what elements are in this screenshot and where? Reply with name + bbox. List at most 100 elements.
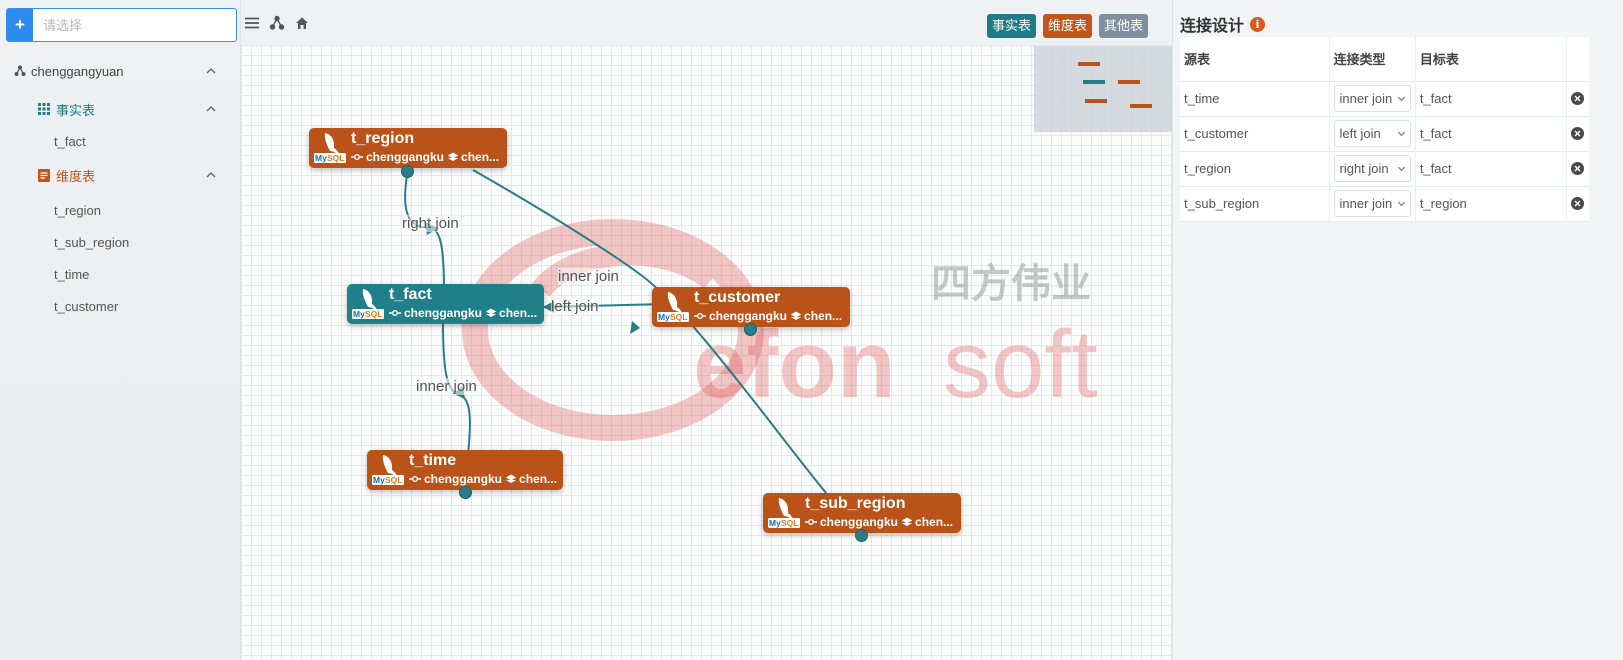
join-type-value: left join xyxy=(1339,126,1381,141)
tree-item-t-fact[interactable]: t_fact xyxy=(0,127,241,155)
layout-icon[interactable] xyxy=(269,15,285,31)
col-header-source: 源表 xyxy=(1180,37,1330,82)
node-name: t_fact xyxy=(389,286,432,303)
close-icon xyxy=(1574,130,1581,137)
tree-item-t-time[interactable]: t_time xyxy=(0,260,241,288)
node-meta: chenggangku chen... xyxy=(805,515,953,529)
minimap-node xyxy=(1118,80,1140,84)
tree-group-fact[interactable]: 事实表 xyxy=(0,95,241,123)
layers-icon xyxy=(902,517,913,526)
edge-label-inner-join[interactable]: inner join xyxy=(558,268,619,285)
node-name: t_time xyxy=(409,452,457,469)
join-design-panel: 连接设计 i 源表 连接类型 目标表 t_time inner join t_f xyxy=(1172,0,1623,660)
tree-item-t-sub-region[interactable]: t_sub_region xyxy=(0,228,241,256)
tree-item-t-region[interactable]: t_region xyxy=(0,196,241,224)
cell-delete xyxy=(1566,81,1589,117)
join-table: 源表 连接类型 目标表 t_time inner join t_fact t_c… xyxy=(1180,37,1589,222)
tree-root-connection[interactable]: chenggangyuan xyxy=(0,57,241,85)
grid-icon xyxy=(38,103,50,115)
col-header-target: 目标表 xyxy=(1415,37,1567,82)
commit-icon xyxy=(351,154,363,160)
minimap-node xyxy=(1130,104,1152,108)
tree-root-label: chenggangyuan xyxy=(31,63,124,79)
table-search: + xyxy=(6,8,237,42)
remove-join-button[interactable] xyxy=(1571,127,1585,140)
minimap[interactable] xyxy=(1034,46,1172,132)
minimap-node xyxy=(1085,99,1107,103)
mysql-icon: My SQL xyxy=(352,289,384,319)
info-icon[interactable]: i xyxy=(1250,16,1266,32)
chevron-up-icon[interactable] xyxy=(205,103,217,115)
node-db: chenggangku xyxy=(424,472,503,486)
remove-join-button[interactable] xyxy=(1571,197,1585,210)
layers-icon xyxy=(506,474,517,483)
node-schema: chen... xyxy=(915,515,954,529)
add-button[interactable]: + xyxy=(7,9,33,41)
dimension-group-label: 维度表 xyxy=(56,168,96,184)
join-type-select[interactable]: left join xyxy=(1333,120,1411,147)
svg-text:My: My xyxy=(353,309,365,319)
node-meta: chenggangku chen... xyxy=(694,309,842,323)
cell-target: t_region xyxy=(1415,186,1567,222)
menu-icon[interactable] xyxy=(244,15,260,31)
node-db: chenggangku xyxy=(366,150,445,164)
cell-source: t_time xyxy=(1180,81,1330,117)
legend-fact-button[interactable]: 事实表 xyxy=(987,14,1037,38)
edge-label-left-join[interactable]: left join xyxy=(551,298,599,315)
node-t-time[interactable]: My SQL t_time chenggangku chen... xyxy=(367,450,563,490)
tree-item-label: t_sub_region xyxy=(54,234,130,250)
edge-label-right-join[interactable]: right join xyxy=(402,215,459,232)
search-input[interactable] xyxy=(33,9,236,41)
node-db: chenggangku xyxy=(404,306,483,320)
chevron-down-icon xyxy=(1397,166,1405,172)
svg-text:SQL: SQL xyxy=(385,475,402,485)
node-port[interactable] xyxy=(744,323,757,336)
commit-icon xyxy=(805,519,817,525)
connection-icon xyxy=(14,65,26,76)
node-schema: chen... xyxy=(499,306,538,320)
node-name: t_region xyxy=(351,130,415,147)
tree-item-t-customer[interactable]: t_customer xyxy=(0,292,241,320)
svg-text:SQL: SQL xyxy=(670,312,687,322)
left-sidebar: + chenggangyuan 事实表 t_fact 维度表 t_region xyxy=(0,0,241,660)
minimap-node xyxy=(1083,80,1105,84)
node-db: chenggangku xyxy=(709,309,788,323)
node-t-region[interactable]: My SQL t_region chenggangku chen... xyxy=(309,128,507,168)
chevron-up-icon[interactable] xyxy=(205,65,217,77)
tree-item-label: t_time xyxy=(54,266,90,282)
node-t-sub-region[interactable]: My SQL t_sub_region chenggangku chen... xyxy=(763,493,961,533)
node-port[interactable] xyxy=(459,486,472,499)
node-meta: chenggangku chen... xyxy=(409,472,557,486)
tree-group-dimension[interactable]: 维度表 xyxy=(0,161,241,189)
node-port[interactable] xyxy=(401,165,414,178)
chevron-up-icon[interactable] xyxy=(205,169,217,181)
join-type-value: right join xyxy=(1339,161,1389,176)
mysql-icon: My SQL xyxy=(372,455,404,485)
node-t-customer[interactable]: My SQL t_customer chenggangku chen... xyxy=(652,287,850,327)
remove-join-button[interactable] xyxy=(1571,162,1585,175)
cell-delete xyxy=(1566,186,1589,222)
panel-title: 连接设计 i xyxy=(1180,12,1266,36)
svg-text:SQL: SQL xyxy=(781,518,798,528)
join-type-select[interactable]: inner join xyxy=(1333,190,1411,217)
join-type-select[interactable]: right join xyxy=(1333,155,1411,182)
legend-other-button[interactable]: 其他表 xyxy=(1099,14,1149,38)
svg-text:My: My xyxy=(769,518,781,528)
node-schema: chen... xyxy=(461,150,500,164)
legend-dimension-button[interactable]: 维度表 xyxy=(1043,14,1093,38)
node-t-fact[interactable]: My SQL t_fact chenggangku chen... xyxy=(347,284,544,324)
close-icon xyxy=(1574,95,1581,102)
node-port[interactable] xyxy=(855,529,868,542)
layers-icon xyxy=(791,311,802,320)
commit-icon xyxy=(694,313,706,319)
svg-text:My: My xyxy=(373,475,385,485)
close-icon xyxy=(1574,200,1581,207)
join-type-select[interactable]: inner join xyxy=(1333,85,1411,112)
remove-join-button[interactable] xyxy=(1571,92,1585,105)
home-icon[interactable] xyxy=(294,15,310,31)
svg-text:SQL: SQL xyxy=(365,309,382,319)
model-canvas: 事实表 维度表 其他表 efon soft 四方伟业 right join in… xyxy=(241,0,1172,660)
cell-target: t_fact xyxy=(1415,81,1567,117)
edge-label-inner-join[interactable]: inner join xyxy=(416,378,477,395)
commit-icon xyxy=(389,310,401,316)
